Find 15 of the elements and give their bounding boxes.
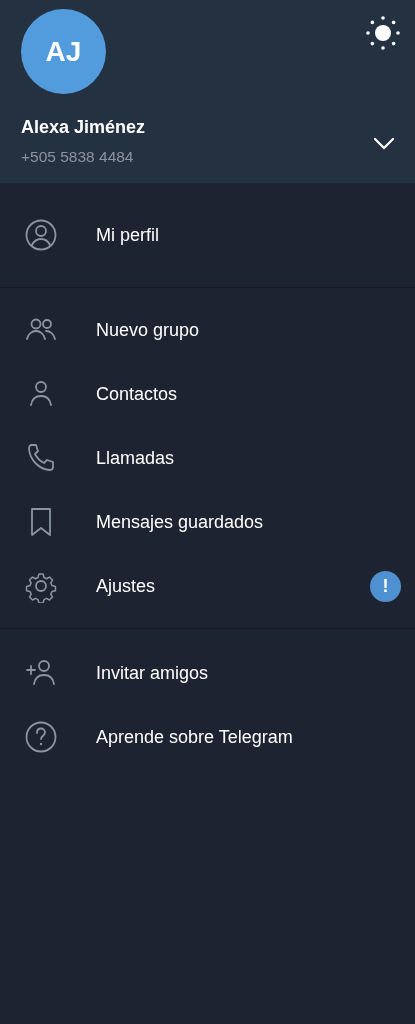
- person-circle-icon: [24, 218, 58, 252]
- menu-item[interactable]: Aprende sobre Telegram: [0, 705, 415, 769]
- help-icon: [24, 720, 58, 754]
- user-name: Alexa Jiménez: [21, 117, 146, 138]
- alert-badge: !: [370, 570, 401, 602]
- menu-item[interactable]: Contactos: [0, 362, 415, 426]
- menu-item[interactable]: Mi perfil: [0, 193, 415, 277]
- menu-item[interactable]: Ajustes !: [0, 554, 415, 618]
- menu-item[interactable]: Mensajes guardados: [0, 490, 415, 554]
- chevron-down-icon[interactable]: [373, 137, 395, 150]
- menu-item[interactable]: Invitar amigos: [0, 641, 415, 705]
- sun-icon[interactable]: [365, 15, 401, 51]
- menu-item[interactable]: Nuevo grupo: [0, 298, 415, 362]
- menu-item[interactable]: Llamadas: [0, 426, 415, 490]
- phone-number: +505 5838 4484: [21, 148, 135, 166]
